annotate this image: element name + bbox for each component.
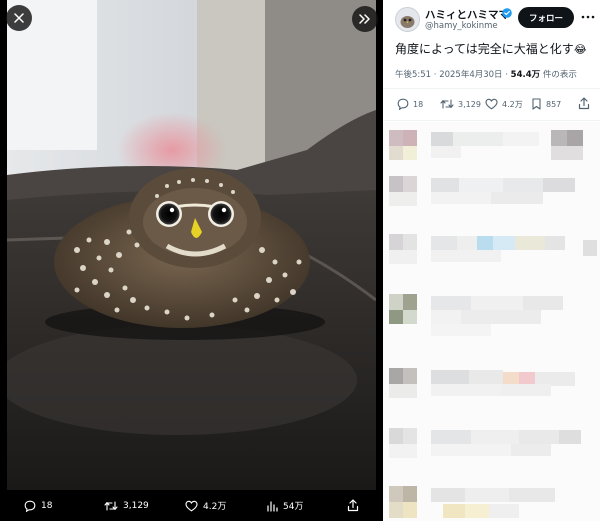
bookmark-count: 857 bbox=[546, 99, 562, 109]
post-actions: 18 3,129 4.2万 857 bbox=[383, 97, 600, 113]
media-action-bar: 18 3,129 4.2万 54万 bbox=[0, 490, 383, 521]
like-count: 4.2万 bbox=[502, 99, 523, 109]
author-name[interactable]: ハミィとハミママ bbox=[425, 7, 509, 22]
post-timestamp[interactable]: 午後5:51 · 2025年4月30日 · bbox=[395, 70, 511, 80]
like-button[interactable]: 4.2万 bbox=[485, 98, 523, 110]
viewer-views-count: 54万 bbox=[283, 502, 304, 512]
close-button[interactable] bbox=[6, 5, 32, 31]
avatar-image bbox=[396, 8, 419, 31]
retweet-icon bbox=[104, 500, 118, 511]
heart-icon bbox=[485, 98, 498, 110]
replies-pixelated bbox=[383, 122, 600, 521]
post-view-suffix: 件の表示 bbox=[540, 70, 577, 80]
close-icon bbox=[14, 13, 24, 23]
divider bbox=[383, 120, 600, 121]
share-icon bbox=[347, 499, 359, 512]
verified-badge-icon bbox=[502, 8, 512, 18]
share-icon bbox=[578, 97, 590, 110]
viewer-retweet-count: 3,129 bbox=[123, 500, 149, 511]
reply-count: 18 bbox=[413, 99, 424, 109]
owl-photo-graphic bbox=[7, 0, 376, 490]
viewer-retweet-button[interactable]: 3,129 bbox=[104, 500, 149, 512]
post-meta: 午後5:51 · 2025年4月30日 · 54.4万 件の表示 bbox=[395, 68, 577, 80]
follow-button[interactable]: フォロー bbox=[518, 7, 574, 28]
reply-button[interactable]: 18 bbox=[397, 98, 423, 110]
views-icon bbox=[267, 500, 278, 512]
retweet-button[interactable]: 3,129 bbox=[440, 98, 481, 110]
share-button[interactable] bbox=[578, 97, 590, 110]
heart-icon bbox=[185, 500, 198, 511]
viewer-views-button[interactable]: 54万 bbox=[266, 499, 303, 512]
post-text: 角度によっては完全に大福と化す😂 bbox=[395, 40, 587, 57]
owl-photo bbox=[7, 0, 376, 490]
viewer-reply-button[interactable]: 18 bbox=[24, 500, 52, 512]
author-handle[interactable]: @hamy_kokinme bbox=[425, 21, 498, 31]
more-options-icon[interactable] bbox=[580, 10, 596, 24]
retweet-icon bbox=[440, 99, 454, 109]
post-detail-panel: ハミィとハミママ @hamy_kokinme フォロー 角度によっては完全に大福… bbox=[383, 0, 600, 521]
post-text-body: 角度によっては完全に大福と化す bbox=[395, 42, 574, 56]
bookmark-icon bbox=[532, 98, 541, 110]
reply-icon bbox=[24, 500, 36, 512]
bookmark-button[interactable]: 857 bbox=[531, 98, 561, 110]
media-viewer: 18 3,129 4.2万 54万 bbox=[0, 0, 383, 521]
viewer-like-count: 4.2万 bbox=[203, 502, 227, 512]
divider bbox=[383, 88, 600, 89]
viewer-reply-count: 18 bbox=[41, 500, 53, 511]
laughing-emoji: 😂 bbox=[573, 43, 587, 56]
double-chevron-right-icon bbox=[359, 14, 370, 24]
post-view-count: 54.4万 bbox=[510, 70, 541, 80]
avatar[interactable] bbox=[395, 7, 420, 32]
viewer-like-button[interactable]: 4.2万 bbox=[185, 499, 226, 512]
reply-icon bbox=[397, 98, 409, 110]
expand-panel-button[interactable] bbox=[352, 6, 378, 32]
viewer-share-button[interactable] bbox=[347, 499, 359, 512]
retweet-count: 3,129 bbox=[458, 99, 481, 109]
pixelated-reply-area bbox=[383, 122, 600, 521]
